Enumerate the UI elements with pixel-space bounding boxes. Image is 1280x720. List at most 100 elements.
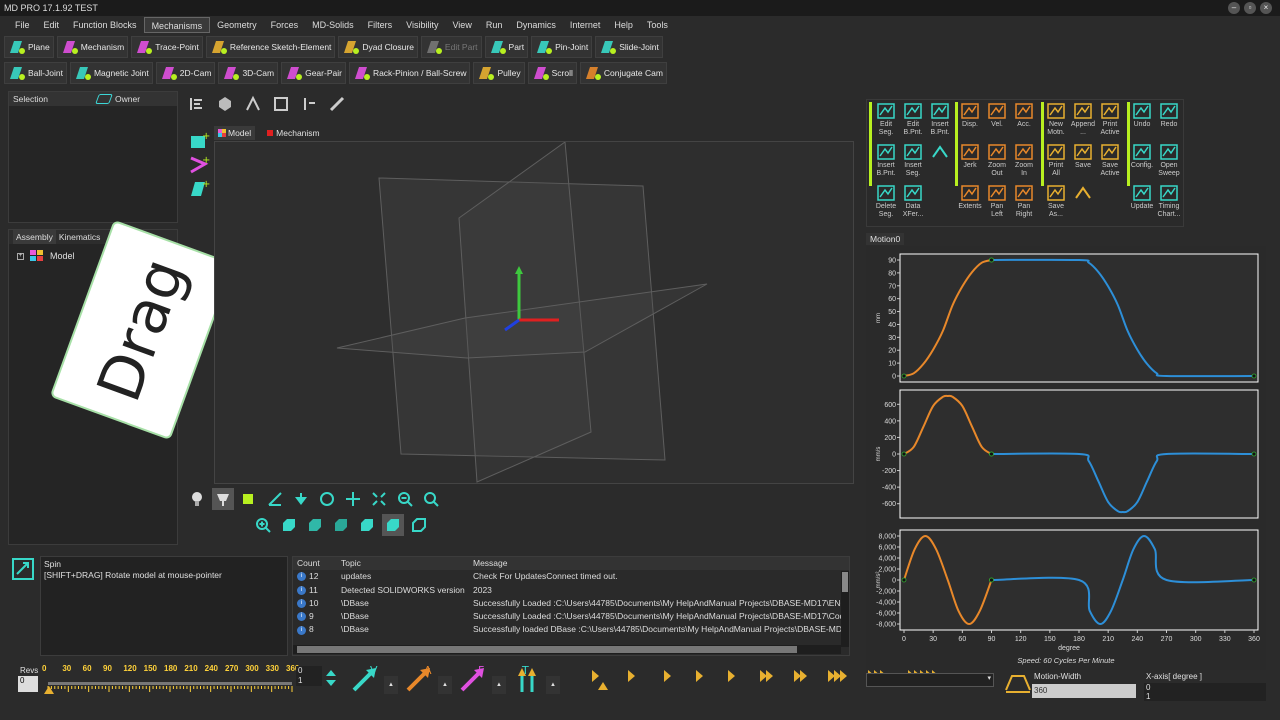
motion-select[interactable]: ▾ [866,673,994,687]
toolbox-timing-chart-button[interactable]: Timing Chart... [1156,184,1182,219]
slider-thumb[interactable] [44,686,54,694]
menu-filters[interactable]: Filters [361,17,400,33]
torque-button-icon[interactable]: T [512,664,546,694]
play-step-2-icon[interactable] [662,666,676,686]
torque-dropdown[interactable]: ▲ [546,676,560,694]
menu-run[interactable]: Run [479,17,510,33]
toolbox-append-button[interactable]: Append... [1070,102,1096,137]
vel-dropdown[interactable]: ▲ [384,676,398,694]
pulley-button[interactable]: Pulley [473,62,525,84]
play-step-3-icon[interactable] [694,666,708,686]
add-part-icon[interactable]: + [188,130,210,152]
menu-dynamics[interactable]: Dynamics [509,17,563,33]
segment-node[interactable] [901,373,907,379]
log-row[interactable]: i 8 \DBase Successfully loaded DBase :C:\Us… [293,623,849,636]
pen-icon[interactable] [326,93,348,115]
minimize-icon[interactable]: – [1228,2,1240,14]
play-step-6-icon[interactable] [792,666,812,686]
zoom-in-icon[interactable] [252,514,274,536]
gear-pair-button[interactable]: Gear-Pair [281,62,346,84]
point-icon[interactable] [298,93,320,115]
view-iso2-icon[interactable] [382,514,404,536]
segment-node[interactable] [1251,373,1257,379]
toolbox-open-sweep-button[interactable]: Open Sweep [1156,143,1182,178]
menu-forces[interactable]: Forces [264,17,306,33]
tab-motion0[interactable]: Motion0 [866,233,905,245]
edit-part-button[interactable]: Edit Part [420,36,482,58]
force-dropdown[interactable]: ▲ [492,676,506,694]
toolbox-edit-seg-button[interactable]: Edit Seg. [873,102,899,137]
align-icon[interactable] [186,93,208,115]
col-count[interactable]: Count [293,557,339,570]
log-row[interactable]: i 10 \DBase Successfully Loaded :C:\Users\4… [293,597,849,610]
pin-joint-button[interactable]: Pin-Joint [531,36,593,58]
ball-joint-button[interactable]: Ball-Joint [4,62,67,84]
toolbox-data-xfer-button[interactable]: Data XFer... [900,184,926,219]
menu-geometry[interactable]: Geometry [210,17,264,33]
slide-joint-button[interactable]: Slide-Joint [595,36,663,58]
toolbox-save-active-button[interactable]: Save Active [1097,143,1123,178]
frame-icon[interactable] [270,93,292,115]
menu-edit[interactable]: Edit [37,17,67,33]
revs-input[interactable]: 0 [18,676,38,692]
stepper-icon[interactable] [324,668,338,688]
view-top-icon[interactable] [304,514,326,536]
expand-icon[interactable]: + [17,252,24,260]
scale-end-box[interactable]: 0 1 [296,666,322,686]
tab-kinematics[interactable]: Kinematics [56,230,104,244]
menu-visibility[interactable]: Visibility [399,17,445,33]
log-row[interactable]: i 9 \DBase Successfully Loaded :C:\Users\44… [293,610,849,623]
mechanism-button[interactable]: Mechanism [56,36,129,58]
toolbox-disp-button[interactable]: Disp. [957,102,983,129]
menu-tools[interactable]: Tools [640,17,675,33]
log-row[interactable]: i 12 updates Check For UpdatesConnect timed… [293,570,849,583]
toolbox-extents-button[interactable]: Extents [957,184,983,211]
toolbox-save-button[interactable]: Save [1070,143,1096,170]
fit-icon[interactable] [368,488,390,510]
play-step-1-icon[interactable] [626,666,640,686]
acceleration-button-icon[interactable]: A [404,664,438,694]
toolbox-zoom-in-button[interactable]: Zoom In [1011,143,1037,178]
toolbox-jerk-button[interactable]: Jerk [957,143,983,170]
shade-icon[interactable] [212,488,234,510]
log-hscrollbar[interactable] [293,645,841,654]
measure-icon[interactable] [264,488,286,510]
velocity-button-icon[interactable]: V [350,664,384,694]
toolbox-zoom-out-button[interactable]: Zoom Out [984,143,1010,178]
drop-icon[interactable] [290,488,312,510]
log-scrollbar[interactable] [841,571,849,647]
toolbox-insert-b-pnt-button[interactable]: Insert B.Pnt. [873,143,899,178]
2d-cam-button[interactable]: 2D-Cam [155,62,216,84]
scroll-button[interactable]: Scroll [527,62,577,84]
log-hscroll-thumb[interactable] [297,646,797,653]
segment-node[interactable] [989,577,994,583]
view-iso-icon[interactable] [356,514,378,536]
rotate-icon[interactable] [316,488,338,510]
menu-function-blocks[interactable]: Function Blocks [66,17,144,33]
zoom-out-icon[interactable] [394,488,416,510]
toolbox-pan-right-button[interactable]: Pan Right [1011,184,1037,219]
add-plane-icon[interactable]: + [188,178,210,200]
toolbox-acc-button[interactable]: Acc. [1011,102,1037,129]
3d-viewport[interactable] [214,141,854,484]
reference-sketch-element-button[interactable]: Reference Sketch-Element [205,36,336,58]
toolbox-g3-unlabeled-7[interactable] [1070,184,1096,203]
dyad-closure-button[interactable]: Dyad Closure [338,36,418,58]
angle-slider[interactable]: 0 30 60 90 120 150 180 210 240 270 300 330 360 [40,664,299,694]
play-step-4-icon[interactable] [726,666,740,686]
toolbox-edit-b-pnt-button[interactable]: Edit B.Pnt. [900,102,926,137]
segment-node[interactable] [1251,451,1257,457]
view-side-icon[interactable] [330,514,352,536]
segment-node[interactable] [989,257,994,263]
tab-mechanism[interactable]: Mechanism [263,126,323,140]
sketch-icon[interactable] [242,93,264,115]
snap-icon[interactable] [238,488,260,510]
menu-help[interactable]: Help [607,17,640,33]
shape-icon[interactable] [214,93,236,115]
toolbox-delete-seg-button[interactable]: Delete Seg. [873,184,899,219]
menu-internet[interactable]: Internet [563,17,608,33]
toolbox-config-button[interactable]: Config. [1129,143,1155,170]
rack-pinion-ball-screw-button[interactable]: Rack-Pinion / Ball-Screw [348,62,471,84]
view-wire-icon[interactable] [408,514,430,536]
view-front-icon[interactable] [278,514,300,536]
